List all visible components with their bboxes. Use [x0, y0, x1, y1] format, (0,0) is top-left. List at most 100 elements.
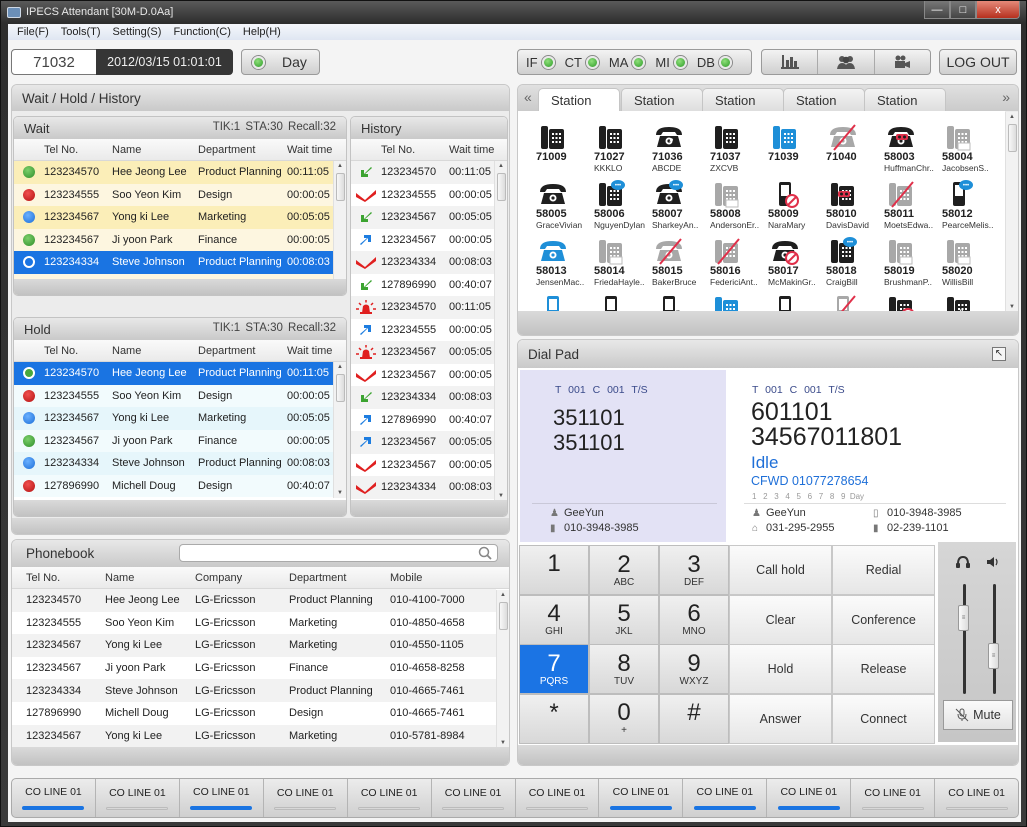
- station-item[interactable]: 58009 NaraMary: [768, 180, 828, 230]
- table-row[interactable]: 123234567 Yong ki Lee LG-Ericsson Marketing…: [12, 634, 496, 657]
- key-star-button[interactable]: *: [519, 693, 589, 744]
- station-item[interactable]: 71037 ZXCVB: [710, 123, 770, 173]
- station-item[interactable]: » 71036 ABCDE: [652, 123, 712, 173]
- hold-scrollbar[interactable]: ▲ ▼: [333, 362, 346, 498]
- station-item[interactable]: 58011 MoetsEdwa..: [884, 180, 944, 230]
- key-7-button[interactable]: 7 PQRS: [519, 644, 589, 694]
- col-company[interactable]: Company: [195, 572, 289, 584]
- col-mobile[interactable]: Mobile: [390, 572, 422, 584]
- key-3-button[interactable]: 3 DEF: [659, 545, 729, 595]
- col-department[interactable]: Department: [289, 572, 390, 584]
- col-name[interactable]: Name: [105, 572, 195, 584]
- station-item[interactable]: 58010 DavisDavid: [826, 180, 886, 230]
- co-line-button[interactable]: CO LINE 01: [683, 779, 768, 817]
- table-row[interactable]: 123234334 00:08:03: [351, 476, 496, 499]
- table-row[interactable]: 123234567 Ji yoon Park LG-Ericsson Finance 0…: [12, 656, 496, 680]
- menu-tools[interactable]: Tools(T): [55, 26, 107, 38]
- col-department[interactable]: Department: [198, 144, 287, 156]
- hold-button[interactable]: Hold: [729, 644, 832, 694]
- table-row[interactable]: 123234567 Yong ki Lee LG-Ericsson Marketing…: [12, 724, 496, 748]
- search-icon[interactable]: [478, 546, 492, 560]
- group-button[interactable]: [818, 50, 875, 74]
- col-wait-time[interactable]: Wait time: [449, 144, 494, 156]
- table-row[interactable]: 123234555 Soo Yeon Kim Design 00:00:05: [14, 384, 334, 407]
- station-item[interactable]: 58019 BrushmanP..: [884, 237, 944, 287]
- col-name[interactable]: Name: [112, 345, 198, 357]
- key-6-button[interactable]: 6 MNO: [659, 594, 729, 645]
- co-line-button[interactable]: CO LINE 01: [432, 779, 516, 817]
- co-line-button[interactable]: CO LINE 01: [851, 779, 936, 817]
- answer-button[interactable]: Answer: [729, 693, 832, 744]
- col-tel[interactable]: Tel No.: [381, 144, 449, 156]
- co-line-button[interactable]: CO LINE 01: [12, 779, 96, 817]
- col-name[interactable]: Name: [112, 144, 198, 156]
- station-item[interactable]: 58016 FedericiAnt..: [710, 237, 770, 287]
- station-item[interactable]: [884, 294, 944, 311]
- col-tel[interactable]: Tel No.: [44, 345, 112, 357]
- station-item[interactable]: ••• 58012 PearceMelis..: [942, 180, 1002, 230]
- call-hold-button[interactable]: Call hold: [729, 545, 832, 595]
- table-row[interactable]: 127896990 Michell Doug Design 00:40:07: [14, 474, 334, 497]
- table-row[interactable]: 123234567 Ji yoon Park Finance 00:00:05: [14, 228, 334, 251]
- table-row[interactable]: 123234570 Hee Jeong Lee Product Planning 00…: [14, 161, 334, 184]
- key-hash-button[interactable]: #: [659, 693, 729, 744]
- table-row[interactable]: 123234567 00:05:05: [351, 206, 496, 229]
- table-row[interactable]: 123234334 Steve Johnson Product Planning 00…: [14, 452, 334, 475]
- redial-button[interactable]: Redial: [832, 545, 935, 595]
- clear-button[interactable]: Clear: [729, 594, 832, 645]
- key-0-button[interactable]: 0 +: [589, 693, 659, 744]
- tabs-next-button[interactable]: »: [1002, 89, 1010, 105]
- conference-button[interactable]: Conference: [832, 594, 935, 645]
- table-row[interactable]: 123234334 Steve Johnson LG-Ericsson Product…: [12, 679, 496, 702]
- table-row[interactable]: 123234570 Hee Jeong Lee Product Planning 00…: [14, 362, 334, 385]
- key-4-button[interactable]: 4 GHI: [519, 594, 589, 645]
- station-item[interactable]: 58003 HuffmanChr..: [884, 123, 944, 173]
- station-item[interactable]: 58014 FriedaHayle..: [594, 237, 654, 287]
- station-item[interactable]: »: [652, 294, 712, 311]
- table-row[interactable]: 123234570 Hee Jeong Lee LG-Ericsson Product…: [12, 589, 496, 612]
- release-button[interactable]: Release: [832, 644, 935, 694]
- station-item[interactable]: [826, 294, 886, 311]
- col-tel[interactable]: Tel No.: [44, 144, 112, 156]
- table-row[interactable]: 123234567 Yong ki Lee Marketing 00:05:05: [14, 206, 334, 229]
- col-department[interactable]: Department: [198, 345, 287, 357]
- station-tab-1[interactable]: Station: [538, 88, 620, 111]
- station-item[interactable]: 58017 McMakinGr..: [768, 237, 828, 287]
- station-item[interactable]: [594, 294, 654, 311]
- table-row[interactable]: 123234555 00:00:05: [351, 183, 496, 206]
- co-line-button[interactable]: CO LINE 01: [264, 779, 348, 817]
- table-row[interactable]: 123234567 00:00:05: [351, 453, 496, 476]
- day-mode-button[interactable]: Day: [241, 49, 320, 75]
- co-line-button[interactable]: CO LINE 01: [599, 779, 684, 817]
- table-row[interactable]: 127896990 00:40:07: [351, 273, 496, 296]
- station-item[interactable]: [536, 294, 596, 311]
- table-row[interactable]: 123234555 Soo Yeon Kim Design 00:00:05: [14, 183, 334, 206]
- tabs-prev-button[interactable]: «: [524, 89, 532, 105]
- table-row[interactable]: 123234567 Ji yoon Park Finance 00:00:05: [14, 429, 334, 452]
- menu-setting[interactable]: Setting(S): [107, 26, 168, 38]
- station-item[interactable]: 71040: [826, 123, 886, 163]
- speaker-volume-slider[interactable]: ≡: [988, 642, 999, 669]
- station-item[interactable]: [768, 294, 828, 311]
- table-row[interactable]: 127896990 00:40:07: [351, 408, 496, 431]
- headset-volume-slider[interactable]: ≡: [958, 605, 969, 631]
- station-item[interactable]: 71027 KKKLO: [594, 123, 654, 173]
- key-1-button[interactable]: 1: [519, 545, 589, 595]
- co-line-button[interactable]: CO LINE 01: [935, 779, 1018, 817]
- maximize-button[interactable]: □: [950, 1, 976, 19]
- station-item[interactable]: 58004 JacobsenS..: [942, 123, 1002, 173]
- station-tab-5[interactable]: Station: [864, 88, 946, 111]
- video-button[interactable]: [875, 50, 930, 74]
- mute-button[interactable]: Mute: [943, 700, 1013, 730]
- co-line-button[interactable]: CO LINE 01: [516, 779, 600, 817]
- table-row[interactable]: 123234567 Yong ki Lee Marketing 00:05:05: [14, 407, 334, 430]
- station-item[interactable]: 58013 JensenMac..: [536, 237, 596, 287]
- co-line-button[interactable]: CO LINE 01: [180, 779, 264, 817]
- logout-button[interactable]: LOG OUT: [939, 49, 1017, 75]
- phonebook-scrollbar[interactable]: ▲ ▼: [496, 590, 509, 748]
- table-row[interactable]: 123234334 00:08:03: [351, 386, 496, 409]
- co-line-button[interactable]: CO LINE 01: [96, 779, 180, 817]
- menu-file[interactable]: File(F): [11, 26, 55, 38]
- station-item[interactable]: 58015 BakerBruce: [652, 237, 712, 287]
- station-item[interactable]: 58020 WillisBill: [942, 237, 1002, 287]
